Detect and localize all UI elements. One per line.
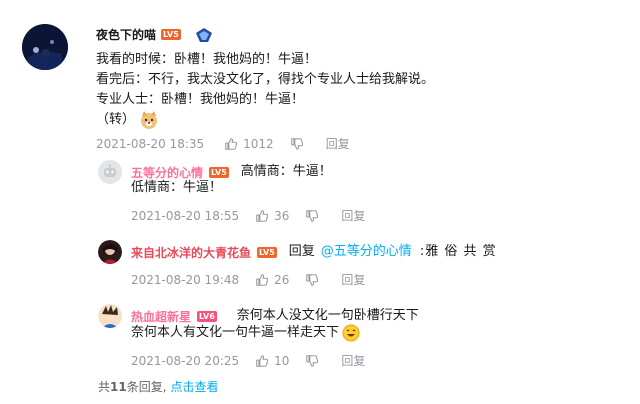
username[interactable]: 夜色下的喵 xyxy=(96,26,156,43)
view-more-bar: 共 11 条回复, 点击查看 xyxy=(98,378,219,395)
thumb-down-icon xyxy=(306,209,319,222)
level-badge: LV5 xyxy=(161,29,181,40)
reply-button[interactable]: 回复 xyxy=(326,135,350,152)
comment-header: 夜色下的喵 LV5 xyxy=(96,26,214,43)
dislike-button[interactable] xyxy=(305,354,319,368)
thumb-up-icon xyxy=(256,209,269,222)
like-count: 36 xyxy=(274,208,290,223)
thumb-up-icon xyxy=(256,354,269,367)
smile-emoji-icon xyxy=(342,324,360,342)
avatar[interactable] xyxy=(22,24,68,70)
dislike-button[interactable] xyxy=(305,273,319,287)
reply-meta: 2021-08-20 19:48 26 回复 xyxy=(131,271,365,288)
reply-count-prefix: 共 xyxy=(98,380,111,394)
reply-meta: 2021-08-20 18:55 36 回复 xyxy=(131,207,365,224)
comment-body: 我看的时候：卧槽！我他妈的！牛逼！ 看完后：不行，我太没文化了，得找个专业人士给… xyxy=(96,50,616,130)
like-button[interactable]: 26 xyxy=(255,273,289,287)
reply-text-row: 奈何本人有文化一句牛逼一样走天下 xyxy=(131,323,360,343)
avatar[interactable] xyxy=(98,240,122,264)
reply-text: :雅 俗 共 赏 xyxy=(419,244,497,259)
comment-line: 我看的时候：卧槽！我他妈的！牛逼！ xyxy=(96,52,318,67)
dislike-button[interactable] xyxy=(290,137,304,151)
reply-meta: 2021-08-20 20:25 10 回复 xyxy=(131,352,365,369)
comment-meta: 2021-08-20 18:35 1012 回复 xyxy=(96,135,350,152)
thumb-down-icon xyxy=(306,273,319,286)
like-button[interactable]: 1012 xyxy=(224,137,274,151)
reply-prefix: 回复 xyxy=(288,244,315,259)
mention-link[interactable]: @五等分的心情 xyxy=(321,242,412,262)
comment-line: （转） xyxy=(96,112,136,127)
reply-button[interactable]: 回复 xyxy=(341,207,365,224)
avatar[interactable] xyxy=(98,304,122,328)
level-badge: LV5 xyxy=(257,246,277,258)
reply-text: 低情商：牛逼！ xyxy=(131,180,223,195)
level-badge: LV5 xyxy=(209,166,229,178)
thumb-up-icon xyxy=(225,137,238,150)
like-count: 1012 xyxy=(243,136,274,151)
level-badge: LV6 xyxy=(197,310,217,322)
like-count: 26 xyxy=(274,272,290,287)
dislike-button[interactable] xyxy=(305,209,319,223)
reply-count-suffix: 条回复, xyxy=(126,380,167,394)
like-button[interactable]: 10 xyxy=(255,354,289,368)
thumb-down-icon xyxy=(290,137,303,150)
comment-line: 专业人士：卧槽！我他妈的！牛逼！ xyxy=(96,92,305,107)
reply-time: 2021-08-20 20:25 xyxy=(131,353,240,368)
reply-count: 11 xyxy=(110,379,127,394)
thumb-up-icon xyxy=(256,273,269,286)
avatar[interactable] xyxy=(98,160,122,184)
username[interactable]: 热血超新星 xyxy=(131,308,191,325)
thumb-down-icon xyxy=(306,354,319,367)
reply-button[interactable]: 回复 xyxy=(341,352,365,369)
reply-time: 2021-08-20 19:48 xyxy=(131,272,240,287)
username[interactable]: 来自北冰洋的大青花鱼 xyxy=(131,244,251,261)
reply-text: 高情商：牛逼！ xyxy=(240,164,332,179)
doge-emoji-icon xyxy=(139,110,159,130)
reply-line: 来自北冰洋的大青花鱼 LV5 回复 @五等分的心情 :雅 俗 共 赏 xyxy=(131,242,497,262)
comment-time: 2021-08-20 18:35 xyxy=(96,136,205,151)
reply-button[interactable]: 回复 xyxy=(341,271,365,288)
like-count: 10 xyxy=(274,353,290,368)
comment-line: 看完后：不行，我太没文化了，得找个专业人士给我解说。 xyxy=(96,72,435,87)
like-button[interactable]: 36 xyxy=(255,209,289,223)
reply-time: 2021-08-20 18:55 xyxy=(131,208,240,223)
fan-badge-icon xyxy=(194,27,214,43)
view-more-link[interactable]: 点击查看 xyxy=(171,378,219,395)
reply-text: 奈何本人有文化一句牛逼一样走天下 xyxy=(131,325,340,340)
